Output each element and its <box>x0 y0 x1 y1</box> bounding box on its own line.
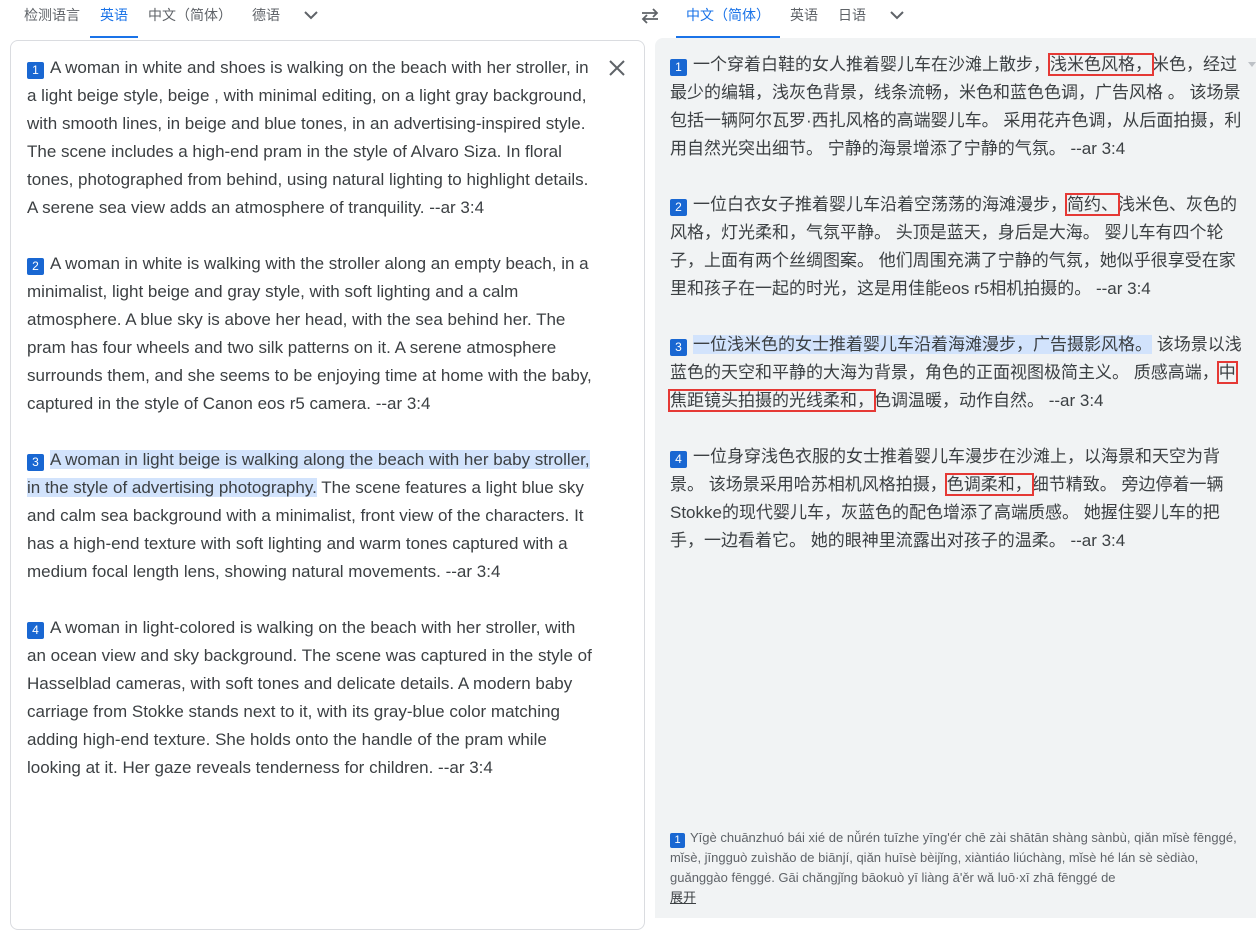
translation-text: 1 一个穿着白鞋的女人推着婴儿车在沙滩上散步，浅米色风格，米色，经过最少的编辑，浅… <box>668 51 1242 555</box>
target-lang-tab-japanese[interactable]: 日语 <box>828 0 876 38</box>
paragraph-number-badge: 1 <box>670 833 685 848</box>
translation-panel: 1 一个穿着白鞋的女人推着婴儿车在沙滩上散步，浅米色风格，米色，经过最少的编辑，浅… <box>655 38 1256 918</box>
text-segment: 一个穿着白鞋的女人推着婴儿车在沙滩上散步， <box>693 55 1050 74</box>
source-paragraph: 4A woman in light-colored is walking on … <box>27 614 597 782</box>
target-paragraph: 2 一位白衣女子推着婴儿车沿着空荡荡的海滩漫步，简约、浅米色、灰色的风格，灯光柔和… <box>670 191 1242 303</box>
boxed-phrase: 色调柔和， <box>944 473 1034 496</box>
text-segment: A woman in light-colored is walking on t… <box>27 618 592 777</box>
highlighted-sentence: 一位浅米色的女士推着婴儿车沿着海滩漫步，广告摄影风格。 <box>693 335 1152 354</box>
scroll-indicator-icon[interactable] <box>1248 62 1256 67</box>
transliteration-text: Yīgè chuānzhuó bái xié de nǚrén tuīzhe y… <box>670 830 1237 885</box>
source-lang-tab-chinese[interactable]: 中文（简体） <box>138 0 242 38</box>
text-segment: A woman in white is walking with the str… <box>27 254 592 413</box>
source-paragraph: 3A woman in light beige is walking along… <box>27 446 597 586</box>
expand-link[interactable]: 展开 <box>670 890 696 905</box>
source-text-area[interactable]: 1A woman in white and shoes is walking o… <box>27 54 597 782</box>
target-lang-tab-chinese[interactable]: 中文（简体） <box>676 0 780 38</box>
paragraph-number-badge: 3 <box>27 454 44 471</box>
source-paragraph: 1A woman in white and shoes is walking o… <box>27 54 597 222</box>
target-language-bar: 中文（简体） 英语 日语 <box>676 0 1256 38</box>
target-paragraph: 3 一位浅米色的女士推着婴儿车沿着海滩漫步，广告摄影风格。 该场景以浅蓝色的天空和… <box>668 331 1242 415</box>
paragraph-number-badge: 1 <box>27 62 44 79</box>
paragraph-number-badge: 2 <box>670 199 687 216</box>
text-segment: 色调温暖，动作自然。 --ar 3:4 <box>874 391 1104 410</box>
source-text-panel[interactable]: 1A woman in white and shoes is walking o… <box>10 40 645 930</box>
boxed-phrase: 简约、 <box>1065 193 1120 216</box>
source-lang-tab-german[interactable]: 德语 <box>242 0 290 38</box>
paragraph-number-badge: 4 <box>27 622 44 639</box>
close-icon[interactable] <box>607 58 627 78</box>
target-paragraph: 1 一个穿着白鞋的女人推着婴儿车在沙滩上散步，浅米色风格，米色，经过最少的编辑，浅… <box>670 51 1242 163</box>
paragraph-number-badge: 2 <box>27 258 44 275</box>
paragraph-number-badge: 1 <box>670 59 687 76</box>
source-lang-tab-detect[interactable]: 检测语言 <box>14 0 90 38</box>
swap-arrows-icon[interactable] <box>638 4 662 28</box>
text-segment: 一位白衣女子推着婴儿车沿着空荡荡的海滩漫步， <box>693 195 1067 214</box>
text-segment: A woman in white and shoes is walking on… <box>27 58 589 217</box>
target-paragraph: 4 一位身穿浅色衣服的女士推着婴儿车漫步在沙滩上，以海景和天空为背景。 该场景采用… <box>670 443 1242 555</box>
paragraph-number-badge: 3 <box>670 339 687 356</box>
chevron-down-icon[interactable] <box>882 0 912 30</box>
target-lang-tab-english[interactable]: 英语 <box>780 0 828 38</box>
paragraph-number-badge: 4 <box>670 451 687 468</box>
chevron-down-icon[interactable] <box>296 0 326 30</box>
boxed-phrase: 浅米色风格， <box>1048 53 1154 76</box>
source-lang-tab-english[interactable]: 英语 <box>90 0 138 38</box>
source-language-bar: 检测语言 英语 中文（简体） 德语 <box>0 0 640 38</box>
transliteration: 1 Yīgè chuānzhuó bái xié de nǚrén tuīzhe … <box>670 828 1245 908</box>
source-paragraph: 2A woman in white is walking with the st… <box>27 250 597 418</box>
